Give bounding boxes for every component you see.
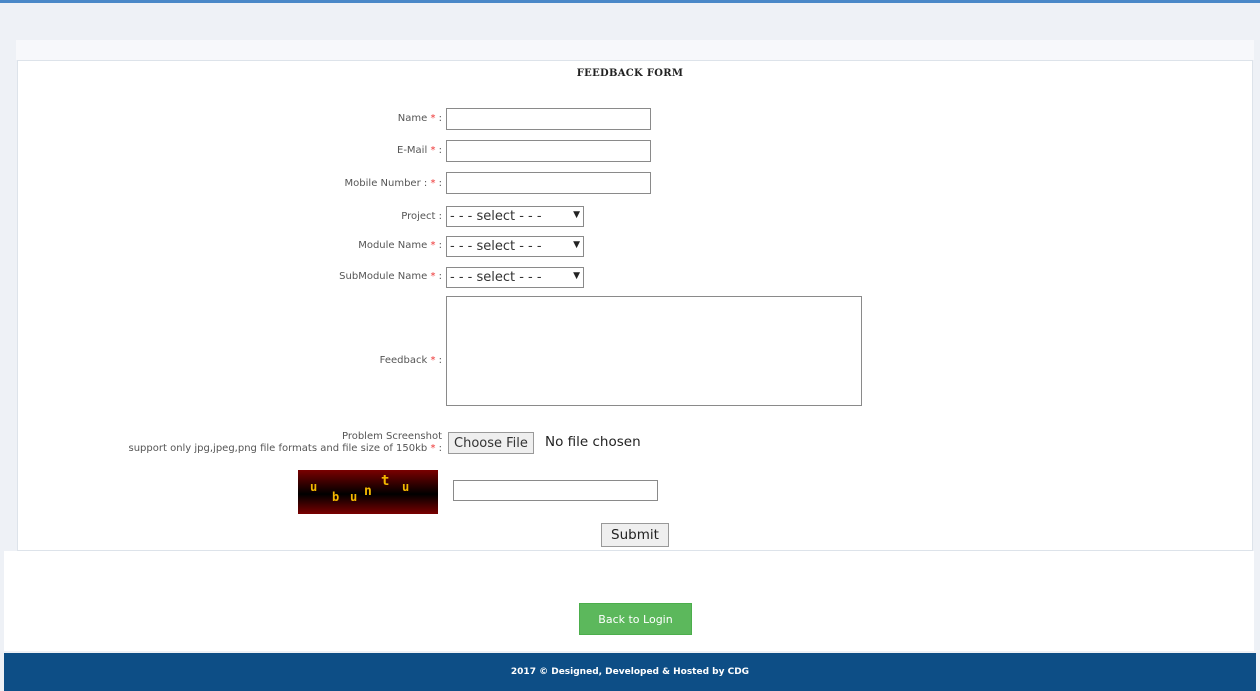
captcha-char: u: [350, 490, 358, 504]
screenshot-hint: support only jpg,jpeg,png file formats a…: [128, 443, 443, 454]
back-to-login-button[interactable]: Back to Login: [579, 603, 692, 635]
no-file-text: No file chosen: [545, 434, 641, 450]
captcha-char: u: [310, 480, 318, 494]
chevron-down-icon: ▼: [573, 240, 580, 250]
screenshot-label: Problem Screenshot support only jpg,jpeg…: [129, 431, 443, 455]
header-strip: [16, 40, 1254, 60]
form-title: FEEDBACK FORM: [576, 68, 684, 79]
footer-text: 2017 © Designed, Developed & Hosted by C…: [510, 667, 750, 677]
feedback-textarea[interactable]: [446, 296, 862, 406]
feedback-label: Feedback * :: [379, 355, 442, 366]
submodule-label: SubModule Name * :: [339, 271, 442, 282]
project-select-value: - - - select - - -: [450, 209, 542, 224]
project-select[interactable]: - - - select - - - ▼: [446, 206, 584, 227]
choose-file-button[interactable]: Choose File: [448, 432, 534, 454]
module-select[interactable]: - - - select - - - ▼: [446, 236, 584, 257]
submodule-select[interactable]: - - - select - - - ▼: [446, 267, 584, 288]
project-label: Project :: [401, 211, 442, 222]
chevron-down-icon: ▼: [573, 271, 580, 281]
captcha-input[interactable]: [453, 480, 658, 501]
top-accent-bar: [0, 0, 1260, 3]
mobile-input[interactable]: [446, 172, 651, 194]
email-input[interactable]: [446, 140, 651, 162]
name-label: Name * :: [397, 113, 442, 124]
footer: 2017 © Designed, Developed & Hosted by C…: [4, 653, 1256, 691]
submit-button[interactable]: Submit: [601, 523, 669, 547]
module-label: Module Name * :: [358, 240, 442, 251]
submodule-select-value: - - - select - - -: [450, 270, 542, 285]
captcha-char: n: [364, 484, 372, 499]
screenshot-label-text: Problem Screenshot: [341, 431, 442, 442]
captcha-char: b: [332, 490, 340, 504]
chevron-down-icon: ▼: [573, 210, 580, 220]
module-select-value: - - - select - - -: [450, 239, 542, 254]
name-input[interactable]: [446, 108, 651, 130]
back-section: [4, 551, 1254, 651]
email-label: E-Mail * :: [397, 145, 442, 156]
captcha-char: u: [402, 480, 410, 494]
mobile-label: Mobile Number : * :: [344, 178, 442, 189]
captcha-image: u b u n t u: [298, 470, 438, 514]
captcha-char: t: [381, 473, 390, 489]
